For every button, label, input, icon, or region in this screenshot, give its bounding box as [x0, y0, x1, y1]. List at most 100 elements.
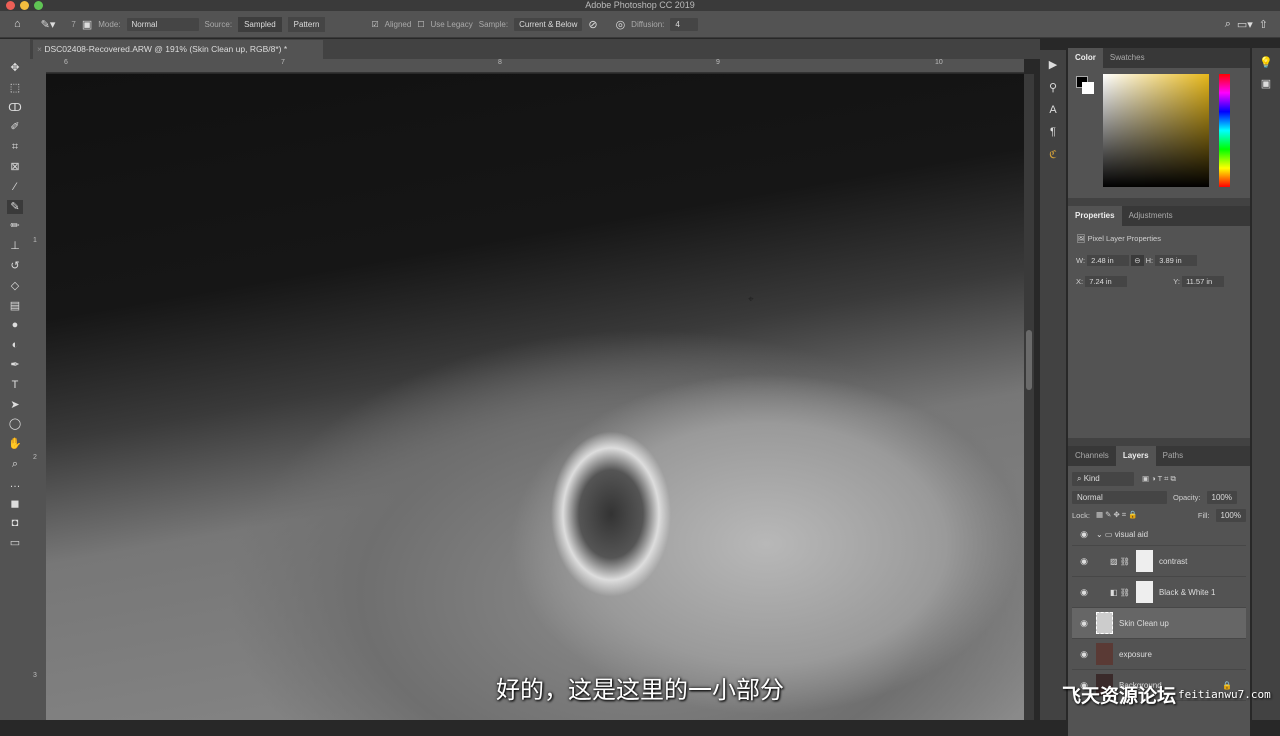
tab-adjustments[interactable]: Adjustments: [1122, 206, 1180, 226]
x-label: X:: [1076, 277, 1084, 286]
workspace-icon[interactable]: ▭▾: [1237, 18, 1253, 31]
sample-label: Sample:: [478, 19, 509, 29]
use-legacy-checkbox[interactable]: ☐: [417, 20, 424, 29]
quick-select-tool-icon[interactable]: ✐: [10, 120, 19, 134]
document-canvas[interactable]: ⌖: [46, 74, 1024, 720]
aligned-checkbox[interactable]: ☑: [371, 20, 378, 29]
sample-select[interactable]: Current & Below: [514, 17, 583, 31]
tab-properties[interactable]: Properties: [1068, 206, 1122, 226]
blur-tool-icon[interactable]: ●: [12, 318, 19, 332]
filter-icons[interactable]: ▣ ◑ T ⌗ ⧉: [1142, 474, 1176, 484]
x-input[interactable]: 7.24 in: [1085, 276, 1128, 287]
source-sampled-button[interactable]: Sampled: [238, 16, 282, 32]
tab-paths[interactable]: Paths: [1156, 446, 1190, 466]
opacity-input[interactable]: 100%: [1206, 490, 1237, 504]
visibility-eye-icon[interactable]: ◉: [1072, 587, 1096, 598]
tab-channels[interactable]: Channels: [1068, 446, 1116, 466]
color-swatch-icon[interactable]: ◼: [10, 497, 19, 511]
ruler-label: 10: [935, 59, 943, 66]
fill-input[interactable]: 100%: [1215, 508, 1246, 522]
diffusion-select[interactable]: 4: [670, 17, 699, 31]
clone-stamp-tool-icon[interactable]: ⊥: [10, 239, 20, 253]
healing-brush-tool-icon[interactable]: ✎: [7, 199, 23, 214]
visibility-eye-icon[interactable]: ◉: [1072, 618, 1096, 629]
layer-group-row[interactable]: ◉ ⌄ ▭ visual aid: [1072, 524, 1246, 546]
layer-row[interactable]: ◉ ▨ ⛓ contrast: [1072, 546, 1246, 577]
screen-mode-icon[interactable]: ▭: [10, 536, 20, 550]
eraser-tool-icon[interactable]: ◇: [11, 279, 19, 293]
title-bar: Adobe Photoshop CC 2019: [0, 0, 1280, 11]
zoom-window-button[interactable]: [34, 1, 43, 10]
properties-panel: 🖼 Pixel Layer Properties W: 2.48 in ⊖ H:…: [1068, 226, 1250, 438]
tab-layers[interactable]: Layers: [1115, 446, 1156, 466]
w-label: W:: [1076, 256, 1086, 265]
close-window-button[interactable]: [6, 1, 15, 10]
background-color-swatch[interactable]: [1082, 82, 1094, 94]
color-picker-field[interactable]: [1103, 74, 1209, 187]
path-select-tool-icon[interactable]: ➤: [10, 398, 19, 412]
link-icon[interactable]: ⊖: [1131, 255, 1144, 266]
ruler-label: 7: [281, 59, 285, 66]
visibility-eye-icon[interactable]: ◉: [1072, 529, 1096, 540]
width-input[interactable]: 2.48 in: [1087, 255, 1130, 266]
document-tab[interactable]: × DSC02408-Recovered.ARW @ 191% (Skin Cl…: [33, 40, 323, 59]
ruler-left[interactable]: 1 2 3: [30, 59, 46, 720]
use-legacy-label: Use Legacy: [430, 19, 473, 29]
visibility-eye-icon[interactable]: ◉: [1072, 649, 1096, 660]
glyphs-icon[interactable]: ℭ: [1049, 148, 1057, 161]
more-tools-icon[interactable]: …: [10, 477, 21, 491]
ellipse-tool-icon[interactable]: ◯: [9, 417, 21, 431]
hand-tool-icon[interactable]: ✋: [8, 437, 22, 451]
scrollbar-thumb[interactable]: [1026, 330, 1032, 390]
ignore-adjustment-layers-icon[interactable]: ⊘: [588, 18, 597, 31]
brush-size[interactable]: 7: [71, 20, 75, 29]
clone-source-panel-icon[interactable]: ⚲: [1049, 81, 1057, 94]
eyedropper-tool-icon[interactable]: ⁄: [14, 180, 16, 194]
tab-color[interactable]: Color: [1068, 48, 1103, 68]
layer-row[interactable]: ◉ exposure: [1072, 639, 1246, 670]
blend-mode-select[interactable]: Normal: [1072, 490, 1167, 504]
source-pattern-button[interactable]: Pattern: [287, 16, 326, 32]
zoom-tool-icon[interactable]: ⌕: [12, 457, 18, 471]
pen-tool-icon[interactable]: ✒: [10, 358, 19, 372]
lasso-tool-icon[interactable]: ↀ: [8, 101, 22, 115]
mode-select[interactable]: Normal: [126, 17, 199, 31]
layer-row[interactable]: ◉ ◧ ⛓ Black & White 1: [1072, 577, 1246, 608]
filter-kind-select[interactable]: ⌕ Kind: [1072, 472, 1134, 486]
frame-tool-icon[interactable]: ⊠: [10, 160, 19, 174]
gradient-tool-icon[interactable]: ▤: [10, 299, 20, 313]
share-icon[interactable]: ⇧: [1259, 18, 1268, 31]
brush-tool-icon[interactable]: ✏: [10, 219, 19, 233]
libraries-icon[interactable]: ▣: [1252, 77, 1280, 90]
dodge-tool-icon[interactable]: ◐: [12, 338, 19, 352]
quick-mask-icon[interactable]: ◘: [12, 516, 19, 530]
minimize-window-button[interactable]: [20, 1, 29, 10]
options-bar: ⌂ ✎▾ 7 ▣ Mode: Normal Source: Sampled Pa…: [0, 11, 1280, 38]
hue-slider[interactable]: [1219, 74, 1230, 187]
lock-icons[interactable]: ▦ ✎ ✥ ⌗ 🔒: [1096, 510, 1138, 520]
layer-row-selected[interactable]: ◉ Skin Clean up: [1072, 608, 1246, 639]
character-icon[interactable]: A: [1049, 104, 1056, 116]
move-tool-icon[interactable]: ✥: [10, 61, 19, 75]
learn-icon[interactable]: 💡: [1252, 56, 1280, 69]
paragraph-icon[interactable]: ¶: [1050, 126, 1056, 138]
type-tool-icon[interactable]: T: [12, 378, 19, 392]
search-icon[interactable]: ⌕: [1225, 18, 1231, 31]
ruler-top[interactable]: 6 7 8 9 10: [46, 59, 1024, 73]
height-input[interactable]: 3.89 in: [1155, 255, 1198, 266]
clone-source-icon[interactable]: ▣: [82, 18, 92, 31]
vertical-scrollbar[interactable]: [1024, 74, 1034, 720]
right-panels: Color Swatches Properties Adjustments 🖼 …: [1068, 48, 1250, 736]
y-input[interactable]: 11.57 in: [1182, 276, 1225, 287]
marquee-tool-icon[interactable]: ⬚: [10, 81, 20, 95]
far-right-icons: 💡 ▣: [1252, 48, 1280, 720]
healing-brush-preset-icon[interactable]: ✎▾: [41, 18, 56, 31]
pressure-icon[interactable]: ◎: [616, 18, 626, 31]
home-icon[interactable]: ⌂: [14, 18, 21, 30]
tab-swatches[interactable]: Swatches: [1103, 48, 1152, 68]
visibility-eye-icon[interactable]: ◉: [1072, 556, 1096, 567]
properties-panel-tabs: Properties Adjustments: [1068, 206, 1250, 226]
history-brush-tool-icon[interactable]: ↺: [10, 259, 19, 273]
actions-icon[interactable]: ▶: [1049, 58, 1057, 71]
crop-tool-icon[interactable]: ⌗: [12, 140, 18, 154]
